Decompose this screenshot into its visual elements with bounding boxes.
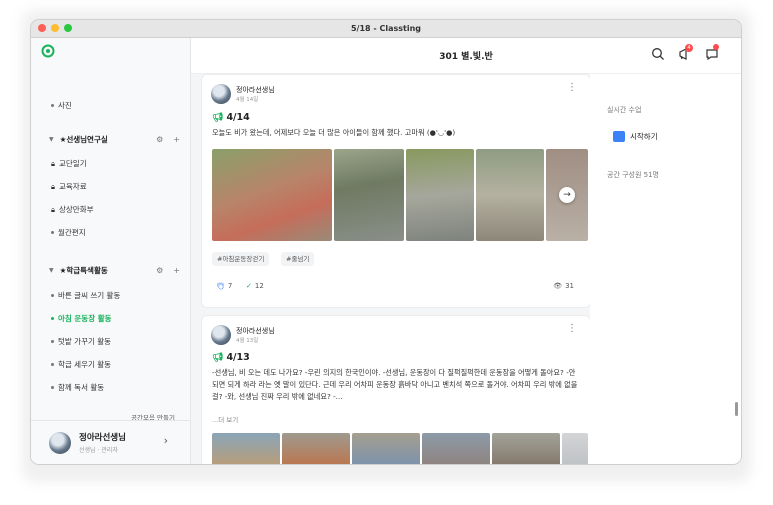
lock-icon: 🔒︎: [51, 158, 55, 168]
sidebar-group-class[interactable]: ▼ ★학급특색활동 ⚙ +: [49, 265, 180, 276]
sidebar-item-label: 월간편지: [58, 228, 86, 237]
window-title: 5/18 - Classting: [350, 24, 422, 33]
avatar: [211, 84, 231, 104]
gear-icon[interactable]: ⚙: [156, 135, 163, 144]
sidebar-item-label: 교단일기: [59, 159, 87, 168]
profile-card[interactable]: 정아라선생님 선생님 · 관리자 ›: [31, 420, 190, 464]
sidebar-item-photos[interactable]: 사진: [51, 100, 72, 111]
post-card[interactable]: 정아라선생님 4월 14일 ⋮ 📢︎ 4/14 오늘도 비가 왔는데, 어제보다…: [201, 74, 590, 308]
read-more-link[interactable]: ...더 보기: [212, 414, 578, 426]
hashtag[interactable]: #아침운동장걷기: [212, 252, 270, 266]
search-icon[interactable]: [651, 47, 665, 61]
photo-thumbnail[interactable]: [562, 433, 588, 464]
sidebar-item-reading[interactable]: 함께 독서 활동: [51, 382, 104, 393]
sidebar-item-morning-field[interactable]: 아침 운동장 활동: [51, 313, 112, 324]
sidebar-item-label: 상상만화부: [59, 205, 94, 214]
sidebar-group-label: ★학급특색활동: [59, 266, 108, 275]
notification-badge: 4: [685, 44, 693, 52]
classting-logo-icon[interactable]: [41, 44, 55, 58]
megaphone-icon: 📢︎: [212, 112, 224, 123]
gallery-next-button[interactable]: →: [559, 187, 575, 203]
megaphone-icon: 📢︎: [212, 352, 224, 363]
sidebar-item-label: 아침 운동장 활동: [58, 314, 112, 323]
post-text: -선생님, 비 오는 데도 나가요? -우린 의지의 한국인이야. -선생님, …: [212, 368, 578, 401]
post-card[interactable]: 정아라선생님 4월 13일 ⋮ 📢︎ 4/13 -선생님, 비 오는 데도 나가…: [201, 315, 590, 464]
post-title: 📢︎ 4/14: [212, 112, 250, 123]
right-panel: 실시간 수업 시작하기 공간 구성원 51명: [591, 74, 741, 464]
post-author: 정아라선생님: [236, 86, 275, 94]
more-menu-icon[interactable]: ⋮: [567, 324, 577, 334]
caret-down-icon: ▼: [49, 136, 54, 143]
sidebar-group-label: ★선생님연구실: [59, 135, 108, 144]
scrollbar[interactable]: [735, 402, 738, 416]
photo-thumbnail[interactable]: [406, 149, 474, 241]
sidebar-item-label: 바른 글씨 쓰기 활동: [58, 291, 121, 300]
photo-thumbnail[interactable]: [212, 149, 332, 241]
post-text: 오늘도 비가 왔는데, 어제보다 오늘 더 많은 아이들이 함께 했다. 고마워…: [212, 128, 456, 137]
clap-icon: 👏︎: [216, 282, 225, 290]
profile-name: 정아라선생님: [79, 433, 126, 443]
sidebar-item-garden[interactable]: 텃밭 가꾸기 활동: [51, 336, 111, 347]
sidebar-item-letter[interactable]: 월간편지: [51, 227, 86, 238]
photo-gallery[interactable]: [212, 149, 588, 241]
post-title: 📢︎ 4/13: [212, 352, 250, 363]
post-author: 정아라선생님: [236, 327, 275, 335]
sidebar-group-teacher[interactable]: ▼ ★선생님연구실 ⚙ +: [49, 134, 180, 145]
eye-icon: 👁︎: [553, 282, 563, 290]
sidebar-item-diary[interactable]: 🔒︎ 교단일기: [51, 158, 87, 169]
photo-gallery[interactable]: [212, 433, 588, 464]
top-header: 301 별.빛.반 4: [191, 38, 741, 74]
plus-icon[interactable]: +: [173, 266, 180, 275]
app-window: 5/18 - Classting 사진 ▼ ★선생님연구실 ⚙ + 🔒︎ 교단일기…: [31, 20, 741, 464]
live-class-label: 실시간 수업: [607, 106, 642, 114]
photo-thumbnail[interactable]: [334, 149, 404, 241]
sidebar-item-label: 학급 세우기 활동: [58, 360, 112, 369]
lock-icon: 🔒︎: [51, 181, 55, 191]
avatar: [49, 432, 71, 454]
sidebar-item-class-building[interactable]: 학급 세우기 활동: [51, 359, 111, 370]
photo-thumbnail[interactable]: [352, 433, 420, 464]
post-feed[interactable]: 정아라선생님 4월 14일 ⋮ 📢︎ 4/14 오늘도 비가 왔는데, 어제보다…: [191, 74, 590, 464]
avatar: [211, 325, 231, 345]
photo-thumbnail[interactable]: [282, 433, 350, 464]
caret-down-icon: ▼: [49, 267, 54, 274]
sidebar-item-label: 교육자료: [59, 182, 87, 191]
lock-icon: 🔒︎: [51, 204, 55, 214]
sidebar-item-handwriting[interactable]: 바른 글씨 쓰기 활동: [51, 290, 120, 301]
hashtag[interactable]: #줄넘기: [281, 252, 315, 266]
check-reaction[interactable]: ✓ 12: [246, 282, 264, 290]
member-count: 공간 구성원 51명: [607, 171, 659, 179]
video-camera-icon: [613, 131, 625, 142]
sidebar-item-label: 텃밭 가꾸기 활동: [58, 337, 112, 346]
profile-role: 선생님 · 관리자: [79, 447, 118, 454]
post-date: 4월 13일: [236, 338, 259, 344]
chat-badge: [713, 44, 719, 50]
title-bar: 5/18 - Classting: [31, 20, 741, 38]
start-live-button[interactable]: 시작하기: [613, 131, 658, 142]
sidebar-item-materials[interactable]: 🔒︎ 교육자료: [51, 181, 87, 192]
gear-icon[interactable]: ⚙: [156, 266, 163, 275]
chevron-right-icon[interactable]: ›: [164, 434, 168, 447]
photo-thumbnail[interactable]: [476, 149, 544, 241]
post-date: 4월 14일: [236, 97, 259, 103]
view-count: 👁︎ 31: [553, 282, 574, 290]
check-circle-icon: ✓: [246, 282, 252, 290]
clap-reaction[interactable]: 👏︎ 7: [216, 282, 232, 290]
photo-thumbnail[interactable]: [492, 433, 560, 464]
more-menu-icon[interactable]: ⋮: [567, 83, 577, 93]
sidebar-item-label: 사진: [58, 101, 72, 110]
plus-icon[interactable]: +: [173, 135, 180, 144]
sidebar-item-comics[interactable]: 🔒︎ 상상만화부: [51, 204, 94, 215]
photo-thumbnail[interactable]: [422, 433, 490, 464]
photo-thumbnail[interactable]: [212, 433, 280, 464]
sidebar-item-label: 함께 독서 활동: [58, 383, 105, 392]
sidebar: 사진 ▼ ★선생님연구실 ⚙ + 🔒︎ 교단일기 🔒︎ 교육자료 🔒︎ 상상만화부 월…: [31, 38, 191, 464]
